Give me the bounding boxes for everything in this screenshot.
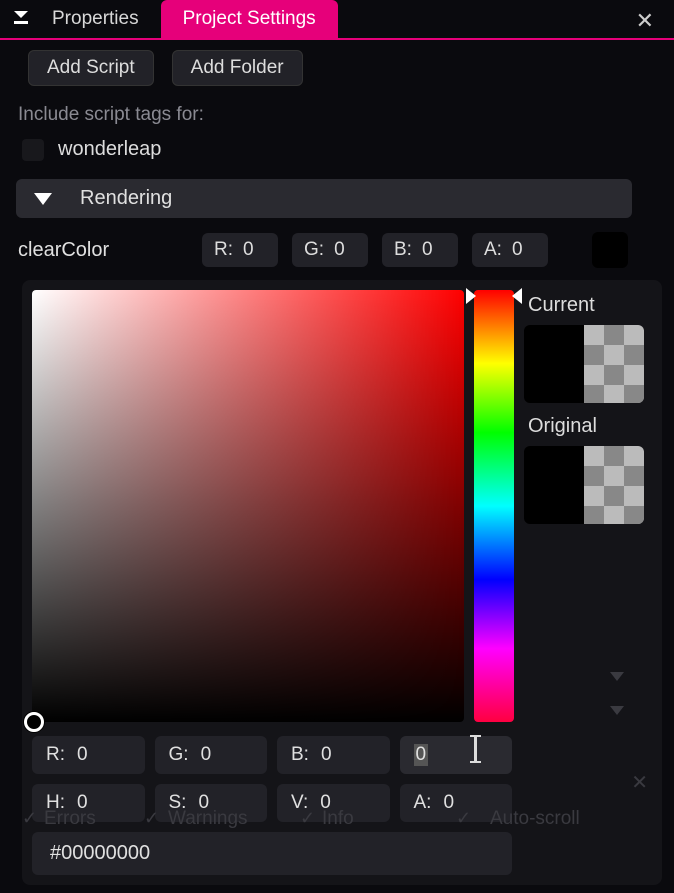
hue-indicator-right [512, 288, 522, 304]
rendering-section-header[interactable]: Rendering [16, 179, 632, 218]
rendering-label: Rendering [80, 187, 172, 210]
original-swatch [524, 446, 644, 524]
picker-alpha-edit-input[interactable]: 0 [400, 736, 513, 774]
ghost-check-icon: ✓ [300, 808, 315, 829]
picker-r-input[interactable]: R:0 [32, 736, 145, 774]
picker-v-input[interactable]: V:0 [277, 784, 390, 822]
tab-project-settings[interactable]: Project Settings [161, 0, 338, 38]
clearcolor-label: clearColor [18, 239, 188, 262]
color-picker: Current Original R:0 G:0 B:0 [22, 280, 662, 885]
collapse-icon[interactable] [0, 11, 30, 28]
chevron-down-icon [34, 193, 52, 205]
hue-indicator-left [466, 288, 476, 304]
picker-hex-input[interactable]: #00000000 [32, 832, 512, 875]
add-folder-button[interactable]: Add Folder [172, 50, 303, 86]
settings-panel: Add Script Add Folder Include script tag… [0, 40, 648, 893]
original-label: Original [524, 411, 652, 438]
clearcolor-a-input[interactable]: A:0 [472, 233, 548, 267]
add-script-button[interactable]: Add Script [28, 50, 154, 86]
current-label: Current [524, 290, 652, 317]
picker-h-input[interactable]: H:0 [32, 784, 145, 822]
tab-properties[interactable]: Properties [30, 0, 161, 38]
tab-bar: Properties Project Settings ✕ [0, 0, 674, 40]
picker-b-input[interactable]: B:0 [277, 736, 390, 774]
wonderleap-checkbox[interactable] [22, 139, 44, 161]
text-cursor-icon [474, 736, 477, 762]
ghost-check-icon: ✓ [144, 808, 159, 829]
wonderleap-label: wonderleap [58, 138, 161, 161]
sv-picker-area[interactable] [32, 290, 464, 722]
clearcolor-b-input[interactable]: B:0 [382, 233, 458, 267]
picker-s-input[interactable]: S:0 [155, 784, 268, 822]
picker-g-input[interactable]: G:0 [155, 736, 268, 774]
clearcolor-row: clearColor R:0 G:0 B:0 A:0 [16, 232, 632, 280]
clearcolor-g-input[interactable]: G:0 [292, 233, 368, 267]
hue-slider[interactable] [474, 290, 514, 722]
ghost-check-icon: ✓ [456, 808, 471, 829]
current-swatch [524, 325, 644, 403]
clearcolor-r-input[interactable]: R:0 [202, 233, 278, 267]
close-icon[interactable]: ✕ [636, 8, 654, 34]
script-tag-row: wonderleap [16, 138, 632, 179]
ghost-check-icon: ✓ [22, 808, 37, 829]
sv-cursor[interactable] [24, 712, 44, 732]
clearcolor-swatch[interactable] [592, 232, 628, 268]
include-label: Include script tags for: [16, 100, 632, 138]
